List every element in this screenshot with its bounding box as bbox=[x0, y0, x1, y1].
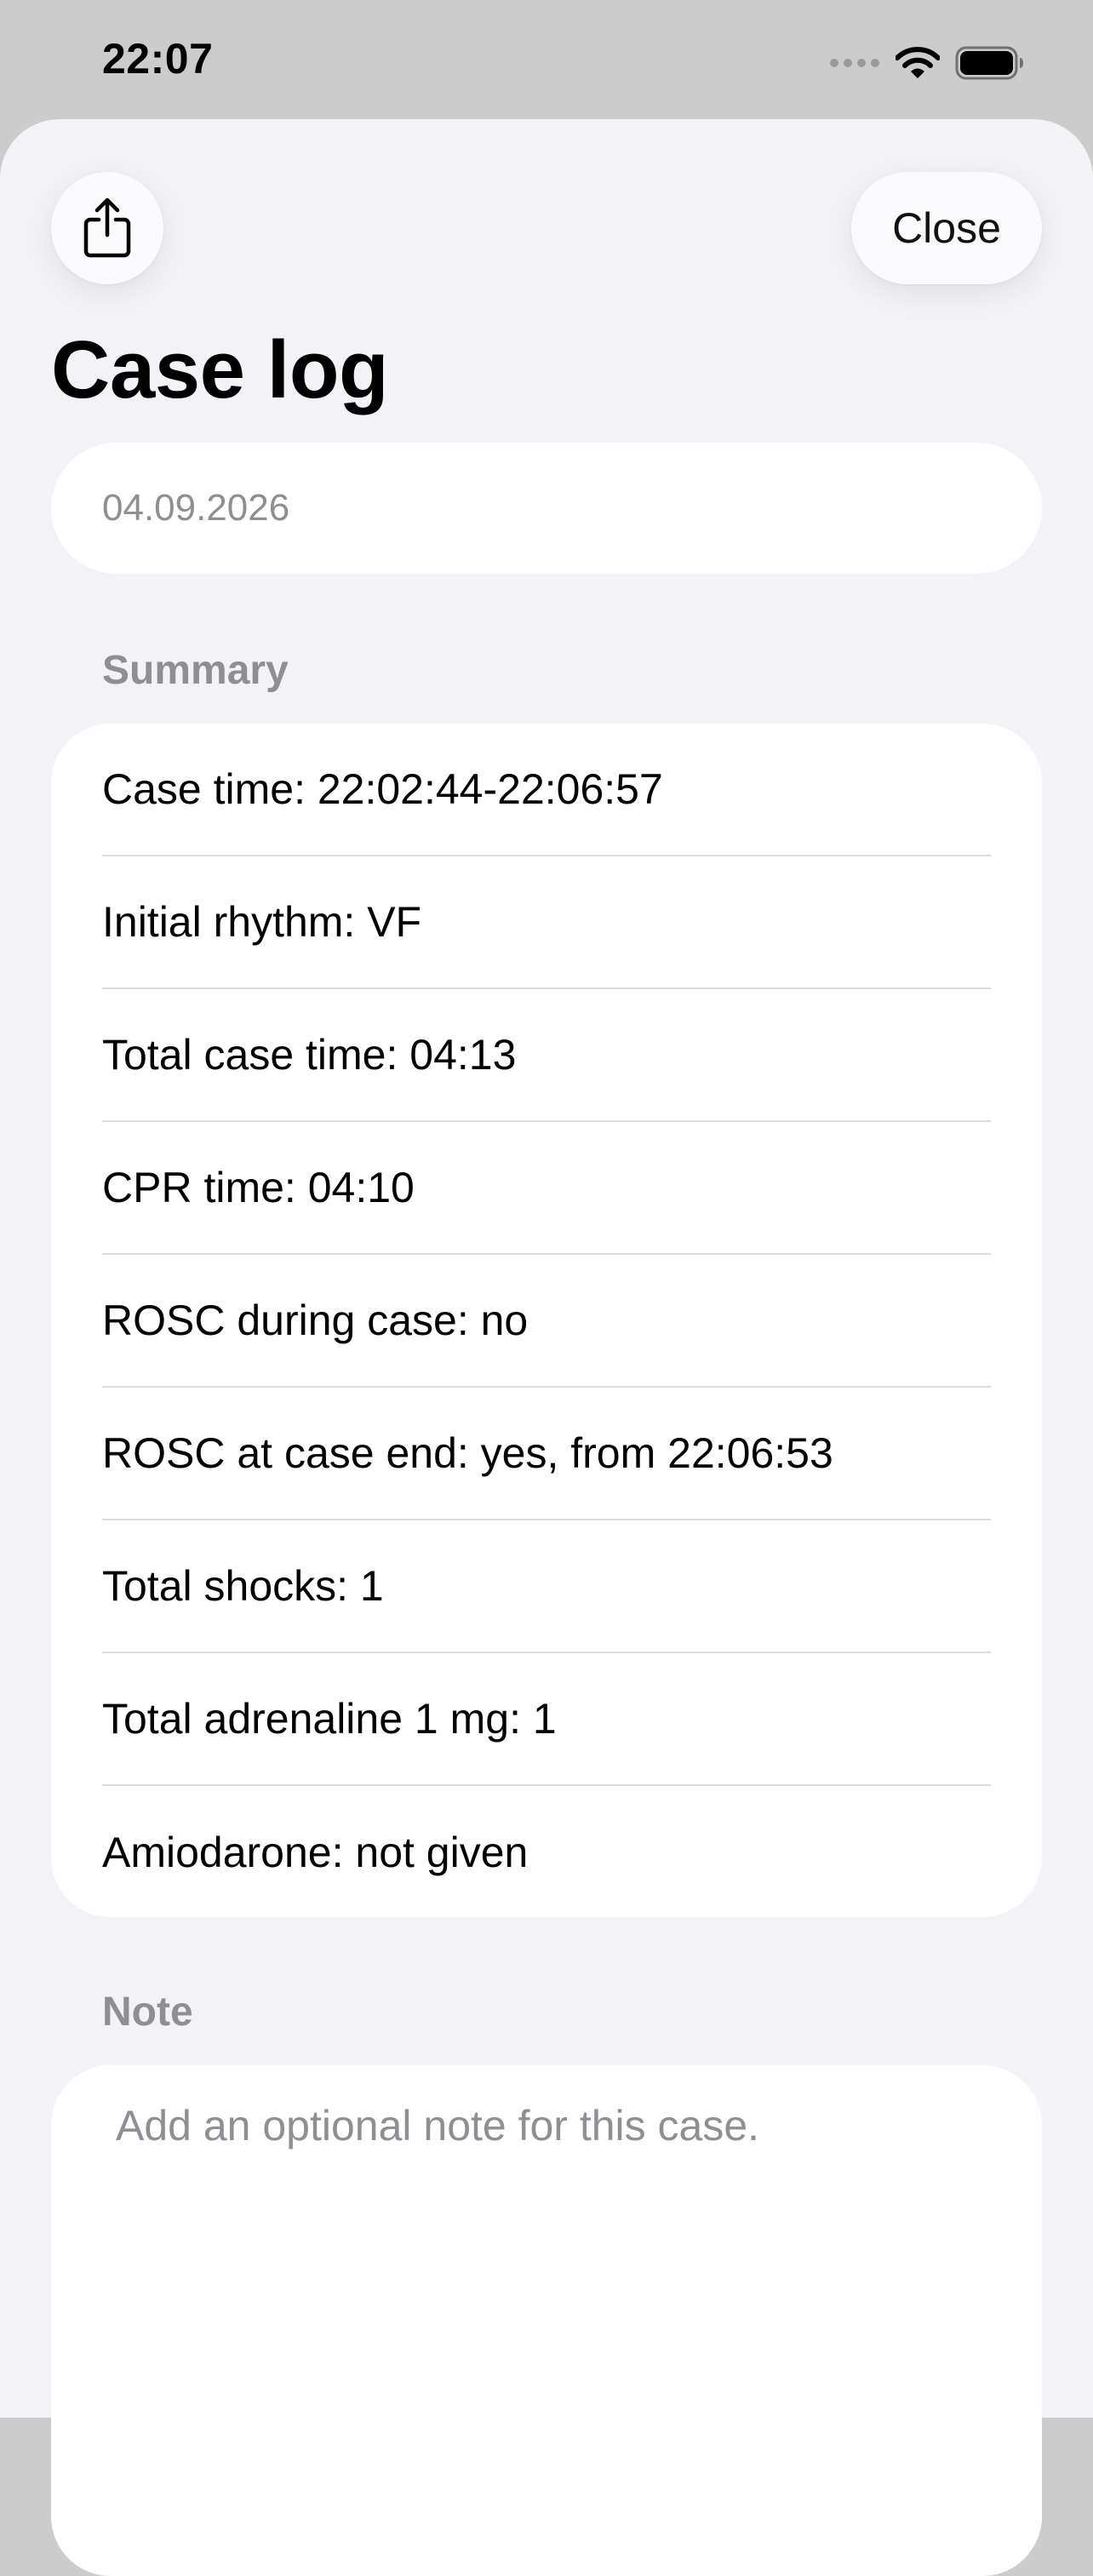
summary-row-rosc-during-case: ROSC during case: no bbox=[102, 1255, 991, 1388]
summary-card: Case time: 22:02:44-22:06:57 Initial rhy… bbox=[51, 724, 1042, 1917]
summary-section-header: Summary bbox=[102, 648, 289, 693]
summary-row-case-time: Case time: 22:02:44-22:06:57 bbox=[102, 724, 991, 856]
case-log-sheet: Close Case log 04.09.2026 Summary Case t… bbox=[0, 119, 1093, 2576]
summary-row-cpr-time: CPR time: 04:10 bbox=[102, 1122, 991, 1255]
summary-row-total-case-time: Total case time: 04:13 bbox=[102, 989, 991, 1122]
note-placeholder: Add an optional note for this case. bbox=[116, 2102, 760, 2150]
note-section-header: Note bbox=[102, 1989, 193, 2035]
date-field[interactable]: 04.09.2026 bbox=[51, 443, 1042, 574]
status-icons bbox=[829, 44, 1025, 82]
signal-dots-icon bbox=[830, 59, 879, 67]
share-icon bbox=[83, 197, 131, 258]
page-title: Case log bbox=[51, 324, 389, 415]
status-time: 22:07 bbox=[102, 35, 214, 83]
note-field[interactable]: Add an optional note for this case. bbox=[51, 2065, 1042, 2576]
status-bar: 22:07 bbox=[0, 0, 1093, 121]
share-button[interactable] bbox=[51, 172, 163, 284]
summary-row-initial-rhythm: Initial rhythm: VF bbox=[102, 856, 991, 989]
summary-row-rosc-at-case-end: ROSC at case end: yes, from 22:06:53 bbox=[102, 1388, 991, 1520]
close-button[interactable]: Close bbox=[851, 172, 1042, 284]
summary-row-total-shocks: Total shocks: 1 bbox=[102, 1520, 991, 1653]
wifi-icon bbox=[896, 47, 940, 78]
summary-row-amiodarone: Amiodarone: not given bbox=[102, 1829, 529, 1876]
summary-row-total-adrenaline: Total adrenaline 1 mg: 1 bbox=[102, 1653, 991, 1786]
battery-icon bbox=[955, 46, 1023, 80]
